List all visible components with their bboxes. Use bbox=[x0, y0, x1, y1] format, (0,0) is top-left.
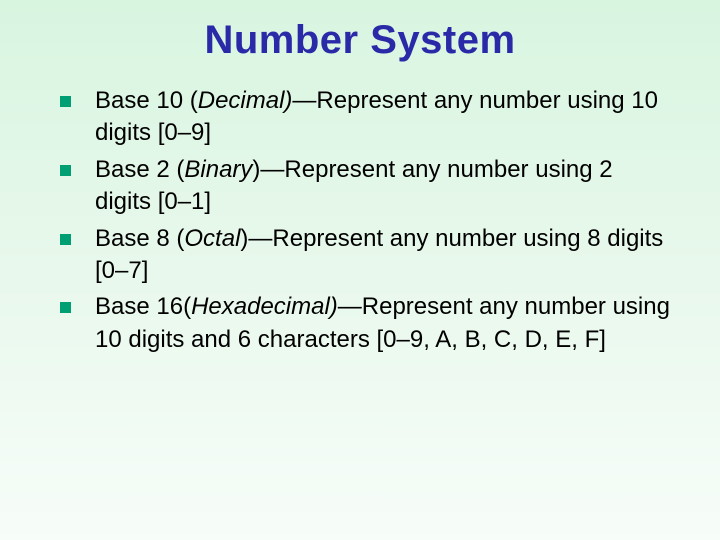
square-bullet-icon bbox=[60, 96, 71, 107]
item-text: Base 8 (Octal)—Represent any number usin… bbox=[95, 223, 670, 288]
base-name: Binary bbox=[184, 156, 252, 183]
base-prefix: Base 2 ( bbox=[95, 156, 184, 183]
slide-title: Number System bbox=[40, 18, 680, 63]
list-item: Base 2 (Binary)—Represent any number usi… bbox=[60, 154, 670, 219]
list-item: Base 16(Hexadecimal)—Represent any numbe… bbox=[60, 291, 670, 356]
item-text: Base 2 (Binary)—Represent any number usi… bbox=[95, 154, 670, 219]
base-prefix: Base 10 ( bbox=[95, 87, 198, 114]
list-item: Base 10 (Decimal)—Represent any number u… bbox=[60, 85, 670, 150]
square-bullet-icon bbox=[60, 234, 71, 245]
base-prefix: Base 8 ( bbox=[95, 225, 184, 252]
slide: Number System Base 10 (Decimal)—Represen… bbox=[0, 0, 720, 540]
square-bullet-icon bbox=[60, 165, 71, 176]
list-item: Base 8 (Octal)—Represent any number usin… bbox=[60, 223, 670, 288]
item-text: Base 10 (Decimal)—Represent any number u… bbox=[95, 85, 670, 150]
base-name: Decimal) bbox=[198, 87, 293, 114]
base-name: Octal bbox=[184, 225, 240, 252]
content-area: Base 10 (Decimal)—Represent any number u… bbox=[40, 85, 680, 356]
item-text: Base 16(Hexadecimal)—Represent any numbe… bbox=[95, 291, 670, 356]
square-bullet-icon bbox=[60, 302, 71, 313]
base-name: Hexadecimal) bbox=[191, 293, 338, 320]
base-prefix: Base 16( bbox=[95, 293, 191, 320]
